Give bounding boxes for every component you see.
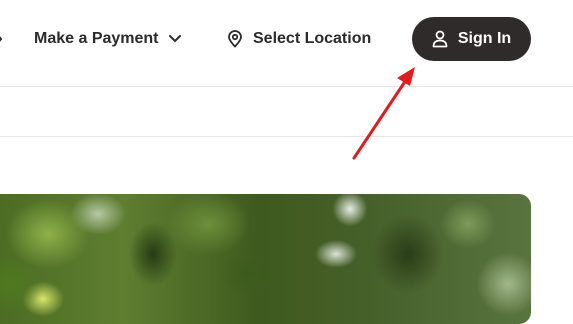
subheader-divider [0,136,573,137]
sign-in-button[interactable]: Sign In [412,17,531,61]
make-payment-menu[interactable]: Make a Payment [34,28,182,50]
hero-image [0,194,531,324]
make-payment-label: Make a Payment [34,30,159,47]
map-pin-icon [227,30,243,48]
header-divider [0,86,573,87]
select-location-label: Select Location [253,30,372,47]
chevron-down-icon [168,34,182,44]
select-location-button[interactable]: Select Location [227,28,371,50]
chevron-icon[interactable] [0,31,4,47]
top-navigation-bar: Make a Payment Select Location Sign In [0,0,573,86]
sign-in-label: Sign In [457,30,512,47]
user-icon [432,30,448,48]
